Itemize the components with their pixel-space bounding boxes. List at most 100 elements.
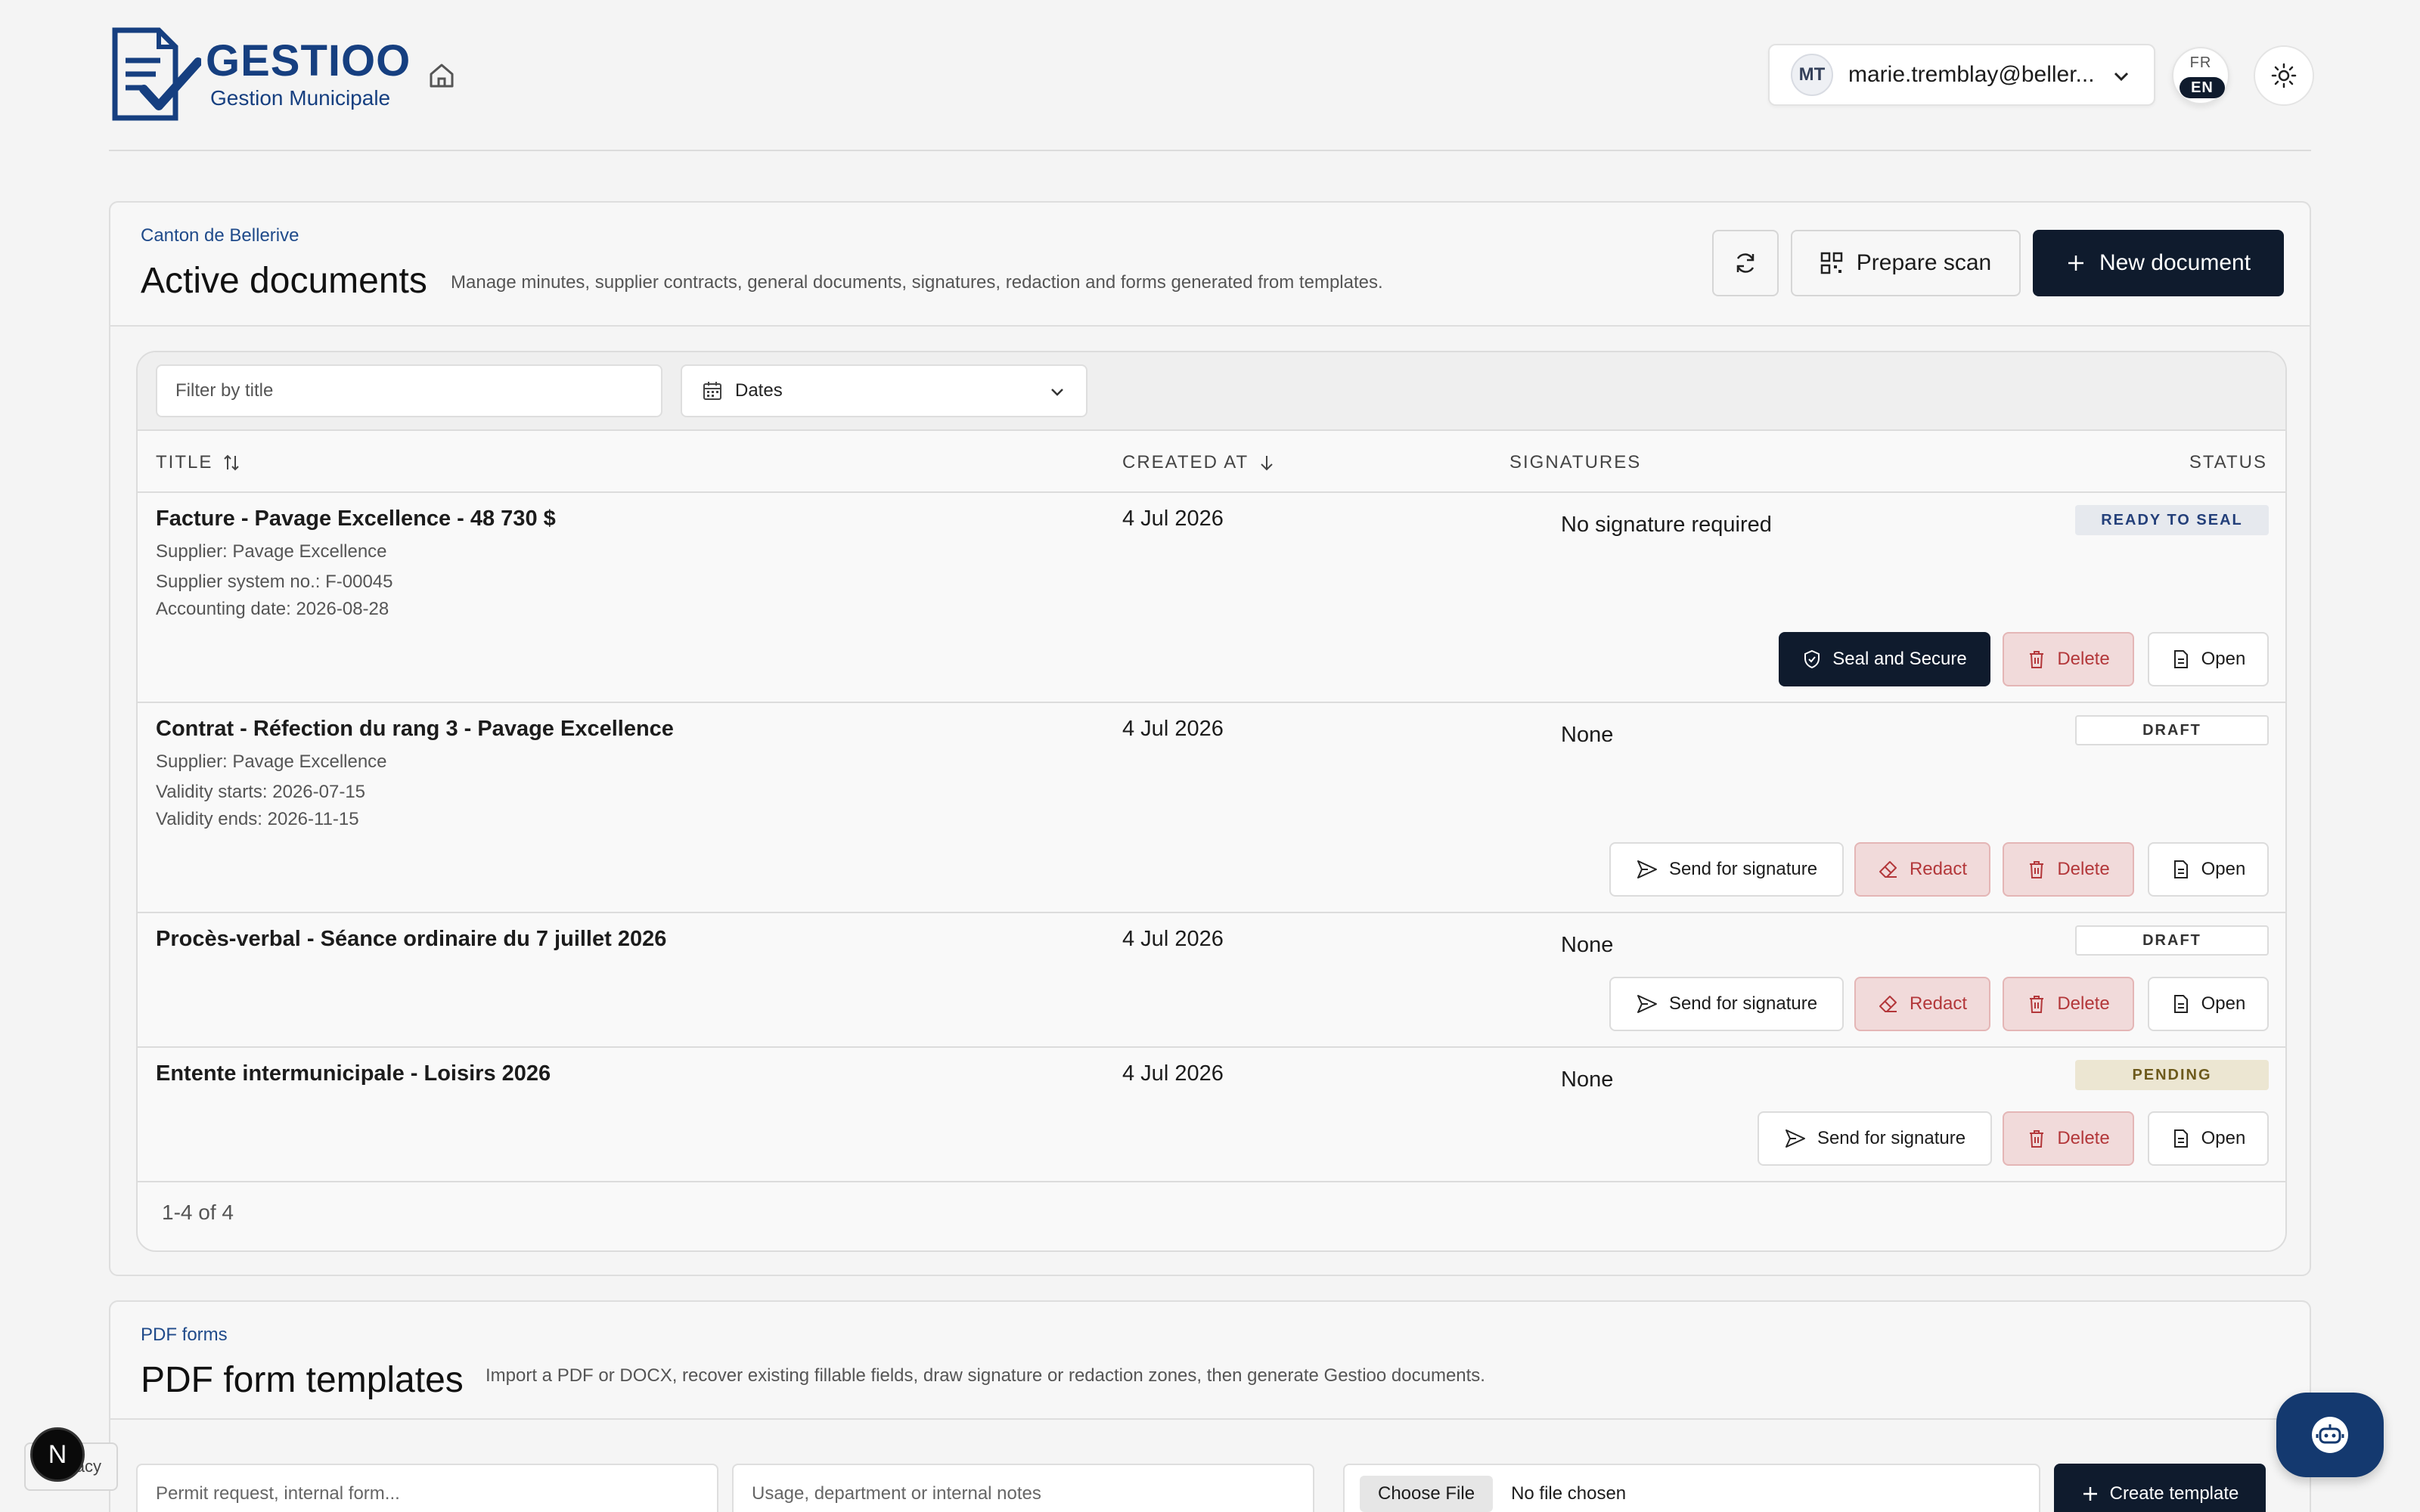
- arrow-down-icon: [1261, 456, 1273, 471]
- document-title[interactable]: Procès-verbal - Séance ordinaire du 7 ju…: [156, 927, 666, 952]
- dev-tools-badge[interactable]: N: [30, 1427, 85, 1482]
- document-meta: Supplier: Pavage Excellence: [156, 751, 387, 772]
- open-label: Open: [2201, 993, 2246, 1014]
- brand-title: GESTIOO: [206, 36, 411, 85]
- redact-label: Redact: [1909, 993, 1968, 1014]
- prepare-scan-label: Prepare scan: [1856, 250, 1992, 275]
- home-icon[interactable]: [427, 60, 457, 91]
- status-badge: PENDING: [2075, 1060, 2269, 1090]
- table-header: TITLE CREATED AT SIGNATURES STATUS: [138, 431, 2285, 493]
- dates-select[interactable]: Dates: [681, 364, 1087, 417]
- qr-code-icon: [1820, 252, 1843, 274]
- created-date: 4 Jul 2026: [1122, 1061, 1224, 1086]
- column-created-at[interactable]: CREATED AT: [1122, 452, 1276, 473]
- open-label: Open: [2201, 859, 2246, 879]
- brand-logo[interactable]: GESTIOO Gestion Municipale: [110, 27, 411, 122]
- dates-label: Dates: [735, 380, 783, 401]
- new-document-button[interactable]: New document: [2033, 230, 2284, 296]
- send-label: Send for signature: [1668, 859, 1818, 879]
- status-badge: DRAFT: [2075, 925, 2269, 956]
- sort-icon: [224, 454, 240, 471]
- document-title[interactable]: Contrat - Réfection du rang 3 - Pavage E…: [156, 717, 674, 742]
- send-icon: [1637, 860, 1657, 878]
- table-row: Entente intermunicipale - Loisirs 2026 4…: [138, 1048, 2285, 1182]
- signatures-status: No signature required: [1561, 513, 1772, 537]
- delete-button[interactable]: Delete: [2003, 842, 2134, 897]
- created-date: 4 Jul 2026: [1122, 717, 1224, 741]
- delete-button[interactable]: Delete: [2003, 632, 2134, 686]
- choose-file-button[interactable]: Choose File: [1360, 1476, 1494, 1512]
- created-date: 4 Jul 2026: [1122, 507, 1224, 531]
- language-toggle[interactable]: FR EN: [2172, 47, 2229, 104]
- send-for-signature-button[interactable]: Send for signature: [1609, 842, 1844, 897]
- refresh-button[interactable]: [1712, 230, 1779, 296]
- column-signatures: SIGNATURES: [1509, 452, 1641, 473]
- calendar-icon: [703, 382, 721, 400]
- page-description: Manage minutes, supplier contracts, gene…: [451, 272, 1383, 293]
- delete-button[interactable]: Delete: [2003, 1111, 2134, 1166]
- template-notes-input[interactable]: [732, 1464, 1314, 1512]
- delete-label: Delete: [2057, 993, 2110, 1014]
- account-email: marie.tremblay@beller...: [1848, 62, 2095, 87]
- template-name-input[interactable]: [136, 1464, 718, 1512]
- panel-header: PDF forms PDF form templates Import a PD…: [110, 1302, 2310, 1420]
- assistant-chat-button[interactable]: [2276, 1393, 2384, 1477]
- document-meta: Supplier: Pavage Excellence: [156, 541, 387, 562]
- send-for-signature-button[interactable]: Send for signature: [1609, 977, 1844, 1031]
- file-upload: Choose File No file chosen: [1343, 1464, 2040, 1512]
- trash-icon: [2030, 996, 2044, 1013]
- open-label: Open: [2201, 649, 2246, 669]
- pagination-info: 1-4 of 4: [162, 1201, 234, 1224]
- open-button[interactable]: Open: [2148, 842, 2269, 897]
- send-for-signature-button[interactable]: Send for signature: [1758, 1111, 1992, 1166]
- prepare-scan-button[interactable]: Prepare scan: [1791, 230, 2021, 296]
- send-icon: [1785, 1129, 1805, 1148]
- sun-icon: [2271, 63, 2297, 88]
- filter-title-input[interactable]: [156, 364, 662, 417]
- open-button[interactable]: Open: [2148, 632, 2269, 686]
- created-date: 4 Jul 2026: [1122, 927, 1224, 951]
- signatures-status: None: [1561, 1067, 1614, 1092]
- section-title: PDF form templates: [141, 1360, 464, 1400]
- shield-check-icon: [1804, 649, 1820, 669]
- lang-en[interactable]: EN: [2180, 77, 2225, 98]
- delete-label: Delete: [2057, 649, 2110, 669]
- robot-icon: [2312, 1417, 2348, 1453]
- filter-bar: Dates: [138, 352, 2285, 431]
- column-title[interactable]: TITLE: [156, 452, 241, 473]
- chevron-down-icon: [2114, 72, 2129, 82]
- file-status: No file chosen: [1511, 1483, 1627, 1504]
- trash-icon: [2030, 861, 2044, 878]
- redact-button[interactable]: Redact: [1854, 977, 1990, 1031]
- delete-label: Delete: [2057, 1128, 2110, 1148]
- seal-and-secure-button[interactable]: Seal and Secure: [1779, 632, 1990, 686]
- delete-button[interactable]: Delete: [2003, 977, 2134, 1031]
- delete-label: Delete: [2057, 859, 2110, 879]
- status-badge: DRAFT: [2075, 715, 2269, 745]
- documents-table-card: Dates TITLE CREATED AT SI: [136, 351, 2287, 1252]
- trash-icon: [2030, 1130, 2044, 1148]
- signatures-status: None: [1561, 723, 1614, 747]
- new-document-label: New document: [2099, 250, 2251, 275]
- table-row: Facture - Pavage Excellence - 48 730 $ S…: [138, 493, 2285, 703]
- open-label: Open: [2201, 1128, 2246, 1148]
- table-row: Contrat - Réfection du rang 3 - Pavage E…: [138, 703, 2285, 913]
- account-menu[interactable]: MT marie.tremblay@beller...: [1768, 44, 2155, 106]
- column-status: STATUS: [2189, 452, 2267, 473]
- open-button[interactable]: Open: [2148, 1111, 2269, 1166]
- document-title[interactable]: Facture - Pavage Excellence - 48 730 $: [156, 507, 556, 531]
- brand-subtitle: Gestion Municipale: [210, 86, 391, 110]
- plus-icon: [2083, 1487, 2097, 1501]
- column-created-at-label: CREATED AT: [1122, 452, 1249, 472]
- create-template-button[interactable]: Create template: [2054, 1464, 2266, 1512]
- lang-fr[interactable]: FR: [2173, 54, 2228, 72]
- document-title[interactable]: Entente intermunicipale - Loisirs 2026: [156, 1061, 551, 1086]
- redact-button[interactable]: Redact: [1854, 842, 1990, 897]
- send-label: Send for signature: [1668, 993, 1818, 1014]
- open-button[interactable]: Open: [2148, 977, 2269, 1031]
- column-title-label: TITLE: [156, 452, 213, 472]
- status-badge: READY TO SEAL: [2075, 505, 2269, 535]
- redact-label: Redact: [1909, 859, 1968, 879]
- document-meta: Accounting date: 2026-08-28: [156, 599, 389, 619]
- theme-toggle-button[interactable]: [2254, 45, 2314, 106]
